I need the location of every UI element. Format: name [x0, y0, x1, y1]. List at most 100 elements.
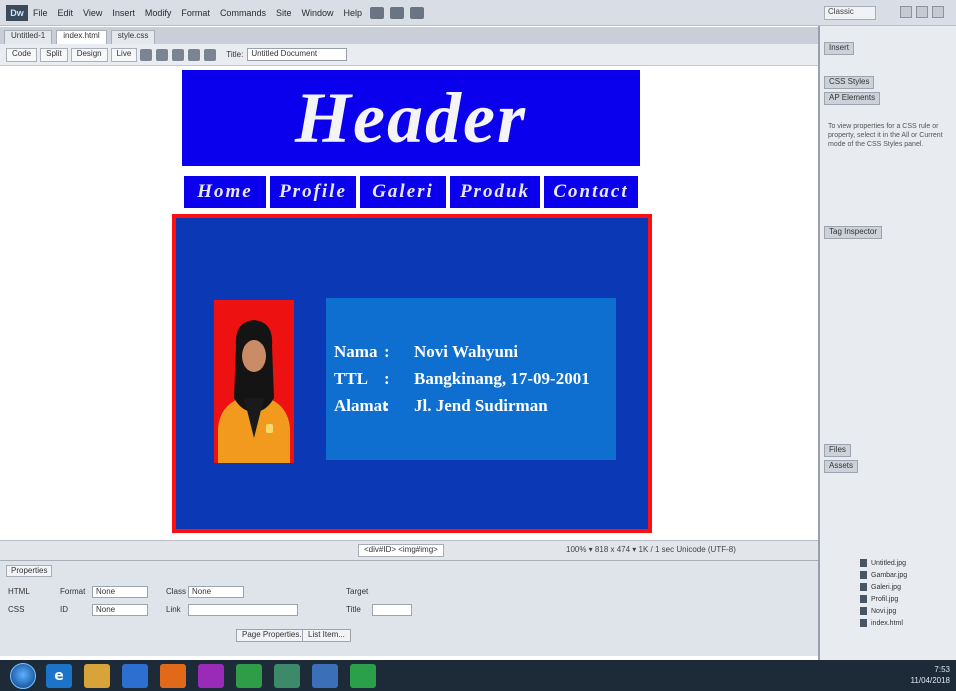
menu-edit[interactable]: Edit	[53, 8, 79, 18]
title-input[interactable]: Untitled Document	[247, 48, 348, 61]
workspace-switcher[interactable]: Classic	[824, 6, 876, 20]
nav-produk[interactable]: Produk	[448, 174, 542, 210]
split-view-button[interactable]: Split	[40, 47, 68, 62]
extend-icon[interactable]	[390, 6, 404, 19]
nav-contact[interactable]: Contact	[542, 174, 640, 210]
html-file-icon	[860, 619, 867, 627]
chrome-icon[interactable]	[236, 663, 262, 688]
info-value: Novi Wahyuni	[414, 342, 519, 361]
panel-files[interactable]: Files	[824, 444, 851, 457]
list-item-button[interactable]: List Item...	[302, 629, 351, 642]
visual-aids-icon[interactable]	[204, 48, 217, 61]
site-header[interactable]: Header	[182, 70, 640, 166]
refresh-icon[interactable]	[188, 48, 201, 61]
inspect-icon[interactable]	[140, 48, 153, 61]
firefox-icon[interactable]	[160, 663, 186, 688]
dreamweaver-window: Dw File Edit View Insert Modify Format C…	[0, 0, 956, 691]
page-properties-button[interactable]: Page Properties...	[236, 629, 313, 642]
menu-help[interactable]: Help	[338, 8, 367, 18]
file-item[interactable]: Profil.jpg	[860, 594, 898, 604]
nav-profile[interactable]: Profile	[268, 174, 358, 210]
document-toolbar: Code Split Design Live Title: Untitled D…	[0, 44, 818, 66]
menu-format[interactable]: Format	[176, 8, 215, 18]
file-item[interactable]: Novi.jpg	[860, 606, 896, 616]
doc-tab[interactable]: Untitled-1	[4, 30, 53, 44]
panel-ap-elements[interactable]: AP Elements	[824, 92, 881, 105]
link-input[interactable]	[188, 604, 298, 616]
info-separator: :	[384, 396, 390, 415]
start-button[interactable]	[10, 662, 36, 689]
target-label: Target	[346, 587, 369, 596]
panel-tag-inspector[interactable]: Tag Inspector	[824, 226, 883, 239]
profile-content-panel[interactable]: Nama: Novi Wahyuni TTL: Bangkinang, 17-09-…	[172, 214, 652, 533]
app-logo: Dw	[6, 4, 28, 21]
maximize-button[interactable]	[916, 6, 928, 18]
profile-photo[interactable]	[214, 300, 294, 463]
css-hint-text: To view properties for a CSS rule or pro…	[828, 123, 943, 148]
design-canvas[interactable]: Header Home Profile Galeri Produk Contac…	[0, 66, 818, 540]
image-file-icon	[860, 583, 867, 591]
class-select[interactable]: None	[188, 586, 244, 598]
site-navbar: Home Profile Galeri Produk Contact	[182, 174, 640, 210]
live-view-button[interactable]: Live	[110, 47, 138, 62]
menu-window[interactable]: Window	[296, 8, 338, 18]
target-select[interactable]	[372, 604, 412, 616]
ie-icon[interactable]: e	[46, 663, 72, 688]
file-item[interactable]: Untitled.jpg	[860, 558, 906, 568]
format-select[interactable]: None	[92, 586, 148, 598]
panel-css-styles[interactable]: CSS Styles	[824, 76, 875, 89]
info-label: Alamat	[334, 396, 388, 415]
file-item[interactable]: Galeri.jpg	[860, 582, 901, 592]
profile-info-box[interactable]: Nama: Novi Wahyuni TTL: Bangkinang, 17-09-…	[326, 298, 616, 460]
properties-tab[interactable]: Properties	[6, 565, 53, 577]
panel-insert[interactable]: Insert	[824, 42, 855, 55]
panel-assets[interactable]: Assets	[824, 460, 859, 473]
document-tab-bar: Untitled-1 index.html style.css	[0, 27, 818, 44]
html-mode-button[interactable]: HTML	[8, 587, 30, 596]
layout-icon[interactable]	[370, 6, 384, 19]
image-file-icon	[860, 607, 867, 615]
site-header-text: Header	[295, 77, 527, 158]
menu-file[interactable]: File	[28, 8, 53, 18]
preview-icon[interactable]	[172, 48, 185, 61]
menu-modify[interactable]: Modify	[140, 8, 177, 18]
file-item[interactable]: index.html	[860, 618, 903, 628]
id-select[interactable]: None	[92, 604, 148, 616]
opera-icon[interactable]	[198, 663, 224, 688]
photoshop-icon[interactable]	[312, 663, 338, 688]
info-label: TTL	[334, 369, 369, 388]
doc-tab[interactable]: style.css	[110, 30, 156, 44]
menu-site[interactable]: Site	[271, 8, 297, 18]
design-view-button[interactable]: Design	[70, 47, 108, 62]
css-mode-button[interactable]: CSS	[8, 605, 24, 614]
link-label: Link	[166, 605, 181, 614]
close-button[interactable]	[932, 6, 944, 18]
class-label: Class	[166, 587, 187, 596]
site-icon[interactable]	[410, 6, 424, 19]
dreamweaver-icon[interactable]	[274, 663, 300, 688]
nav-home[interactable]: Home	[182, 174, 268, 210]
doc-tab[interactable]: index.html	[56, 30, 107, 44]
system-tray-clock[interactable]: 7:53 11/04/2018	[911, 664, 950, 686]
menu-insert[interactable]: Insert	[107, 8, 140, 18]
info-row-nama: Nama: Novi Wahyuni	[334, 342, 518, 362]
id-label: ID	[60, 605, 68, 614]
media-icon[interactable]	[122, 663, 148, 688]
windows-taskbar: e 7:53 11/04/2018	[0, 660, 956, 691]
multiscreen-icon[interactable]	[156, 48, 169, 61]
info-separator: :	[384, 369, 390, 388]
nav-galeri[interactable]: Galeri	[358, 174, 448, 210]
minimize-button[interactable]	[900, 6, 912, 18]
menu-commands[interactable]: Commands	[215, 8, 271, 18]
menu-view[interactable]: View	[78, 8, 107, 18]
status-info: 100% ▾ 818 x 474 ▾ 1K / 1 sec Unicode (U…	[566, 545, 736, 554]
file-item[interactable]: Gambar.jpg	[860, 570, 907, 580]
folder-icon[interactable]	[84, 663, 110, 688]
tag-selector[interactable]: <div#ID> <img#img>	[358, 544, 444, 557]
title-label: Title:	[226, 50, 244, 59]
image-file-icon	[860, 571, 867, 579]
paint-icon[interactable]	[350, 663, 376, 688]
code-view-button[interactable]: Code	[6, 47, 38, 62]
info-value: Jl. Jend Sudirman	[414, 396, 548, 415]
clock-time: 7:53	[934, 665, 950, 674]
